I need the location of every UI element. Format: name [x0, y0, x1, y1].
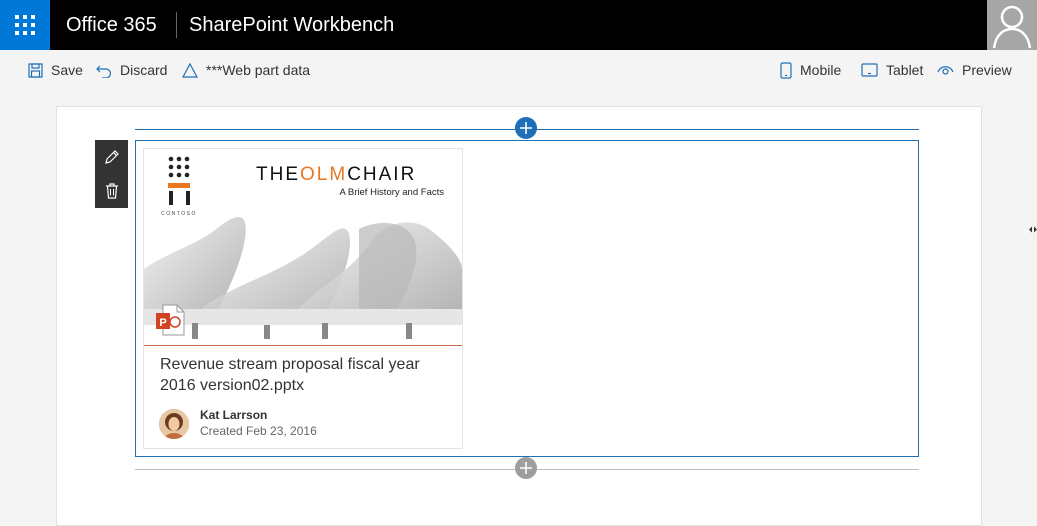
document-preview[interactable]: CONTOSO THEOLMCHAIR A Brief History and … — [144, 149, 462, 346]
plus-icon — [520, 122, 532, 134]
document-thumbnail: CONTOSO THEOLMCHAIR A Brief History and … — [144, 156, 462, 345]
app-launcher-button[interactable] — [0, 0, 50, 50]
undo-icon — [96, 65, 112, 78]
web-part-data-label: ***Web part data — [206, 62, 311, 78]
mobile-label: Mobile — [800, 62, 842, 78]
mobile-button[interactable]: Mobile — [780, 50, 841, 90]
preview-label: Preview — [962, 62, 1012, 78]
author-name: Kat Larrson — [200, 408, 268, 422]
tablet-icon — [861, 63, 878, 77]
eye-icon — [937, 66, 954, 75]
svg-text:A Brief History and Facts: A Brief History and Facts — [339, 187, 444, 198]
webpart-toolbar — [95, 140, 128, 208]
powerpoint-icon: P — [156, 304, 185, 336]
office-365-brand[interactable]: Office 365 — [66, 14, 157, 37]
trash-icon — [105, 183, 118, 199]
author-avatar — [159, 409, 189, 439]
triangle-icon — [182, 62, 198, 78]
app-title: SharePoint Workbench — [189, 14, 395, 36]
svg-text:P: P — [159, 317, 166, 329]
contoso-logo — [168, 156, 190, 205]
discard-label: Discard — [120, 62, 168, 78]
tablet-button[interactable]: Tablet — [861, 50, 923, 90]
add-section-button-top[interactable] — [515, 117, 537, 139]
svg-text:THEOLMCHAIR: THEOLMCHAIR — [256, 164, 416, 185]
preview-button[interactable]: Preview — [937, 50, 1012, 90]
save-button[interactable]: Save — [28, 50, 83, 90]
document-card[interactable]: CONTOSO THEOLMCHAIR A Brief History and … — [143, 148, 463, 449]
save-label: Save — [51, 62, 83, 78]
user-avatar-button[interactable] — [987, 0, 1037, 50]
command-bar: Save Discard ***Web part data Mobile Tab… — [0, 50, 1037, 90]
delete-webpart-button[interactable] — [95, 174, 128, 208]
edit-webpart-button[interactable] — [95, 140, 128, 174]
save-icon — [28, 62, 43, 78]
tablet-label: Tablet — [886, 62, 924, 78]
svg-text:CONTOSO: CONTOSO — [161, 211, 197, 217]
suite-divider — [176, 12, 177, 38]
created-date: Created Feb 23, 2016 — [200, 424, 317, 438]
resize-cursor-icon — [1029, 221, 1037, 239]
discard-button[interactable]: Discard — [96, 50, 167, 90]
mobile-icon — [780, 61, 792, 79]
web-part-data-button[interactable]: ***Web part data — [182, 50, 310, 90]
pencil-icon — [104, 150, 119, 164]
add-section-button-bottom[interactable] — [515, 457, 537, 479]
suite-bar: Office 365 SharePoint Workbench — [0, 0, 1037, 50]
document-title[interactable]: Revenue stream proposal fiscal year 2016… — [160, 354, 450, 396]
plus-icon — [520, 462, 532, 474]
person-icon — [992, 5, 1032, 49]
